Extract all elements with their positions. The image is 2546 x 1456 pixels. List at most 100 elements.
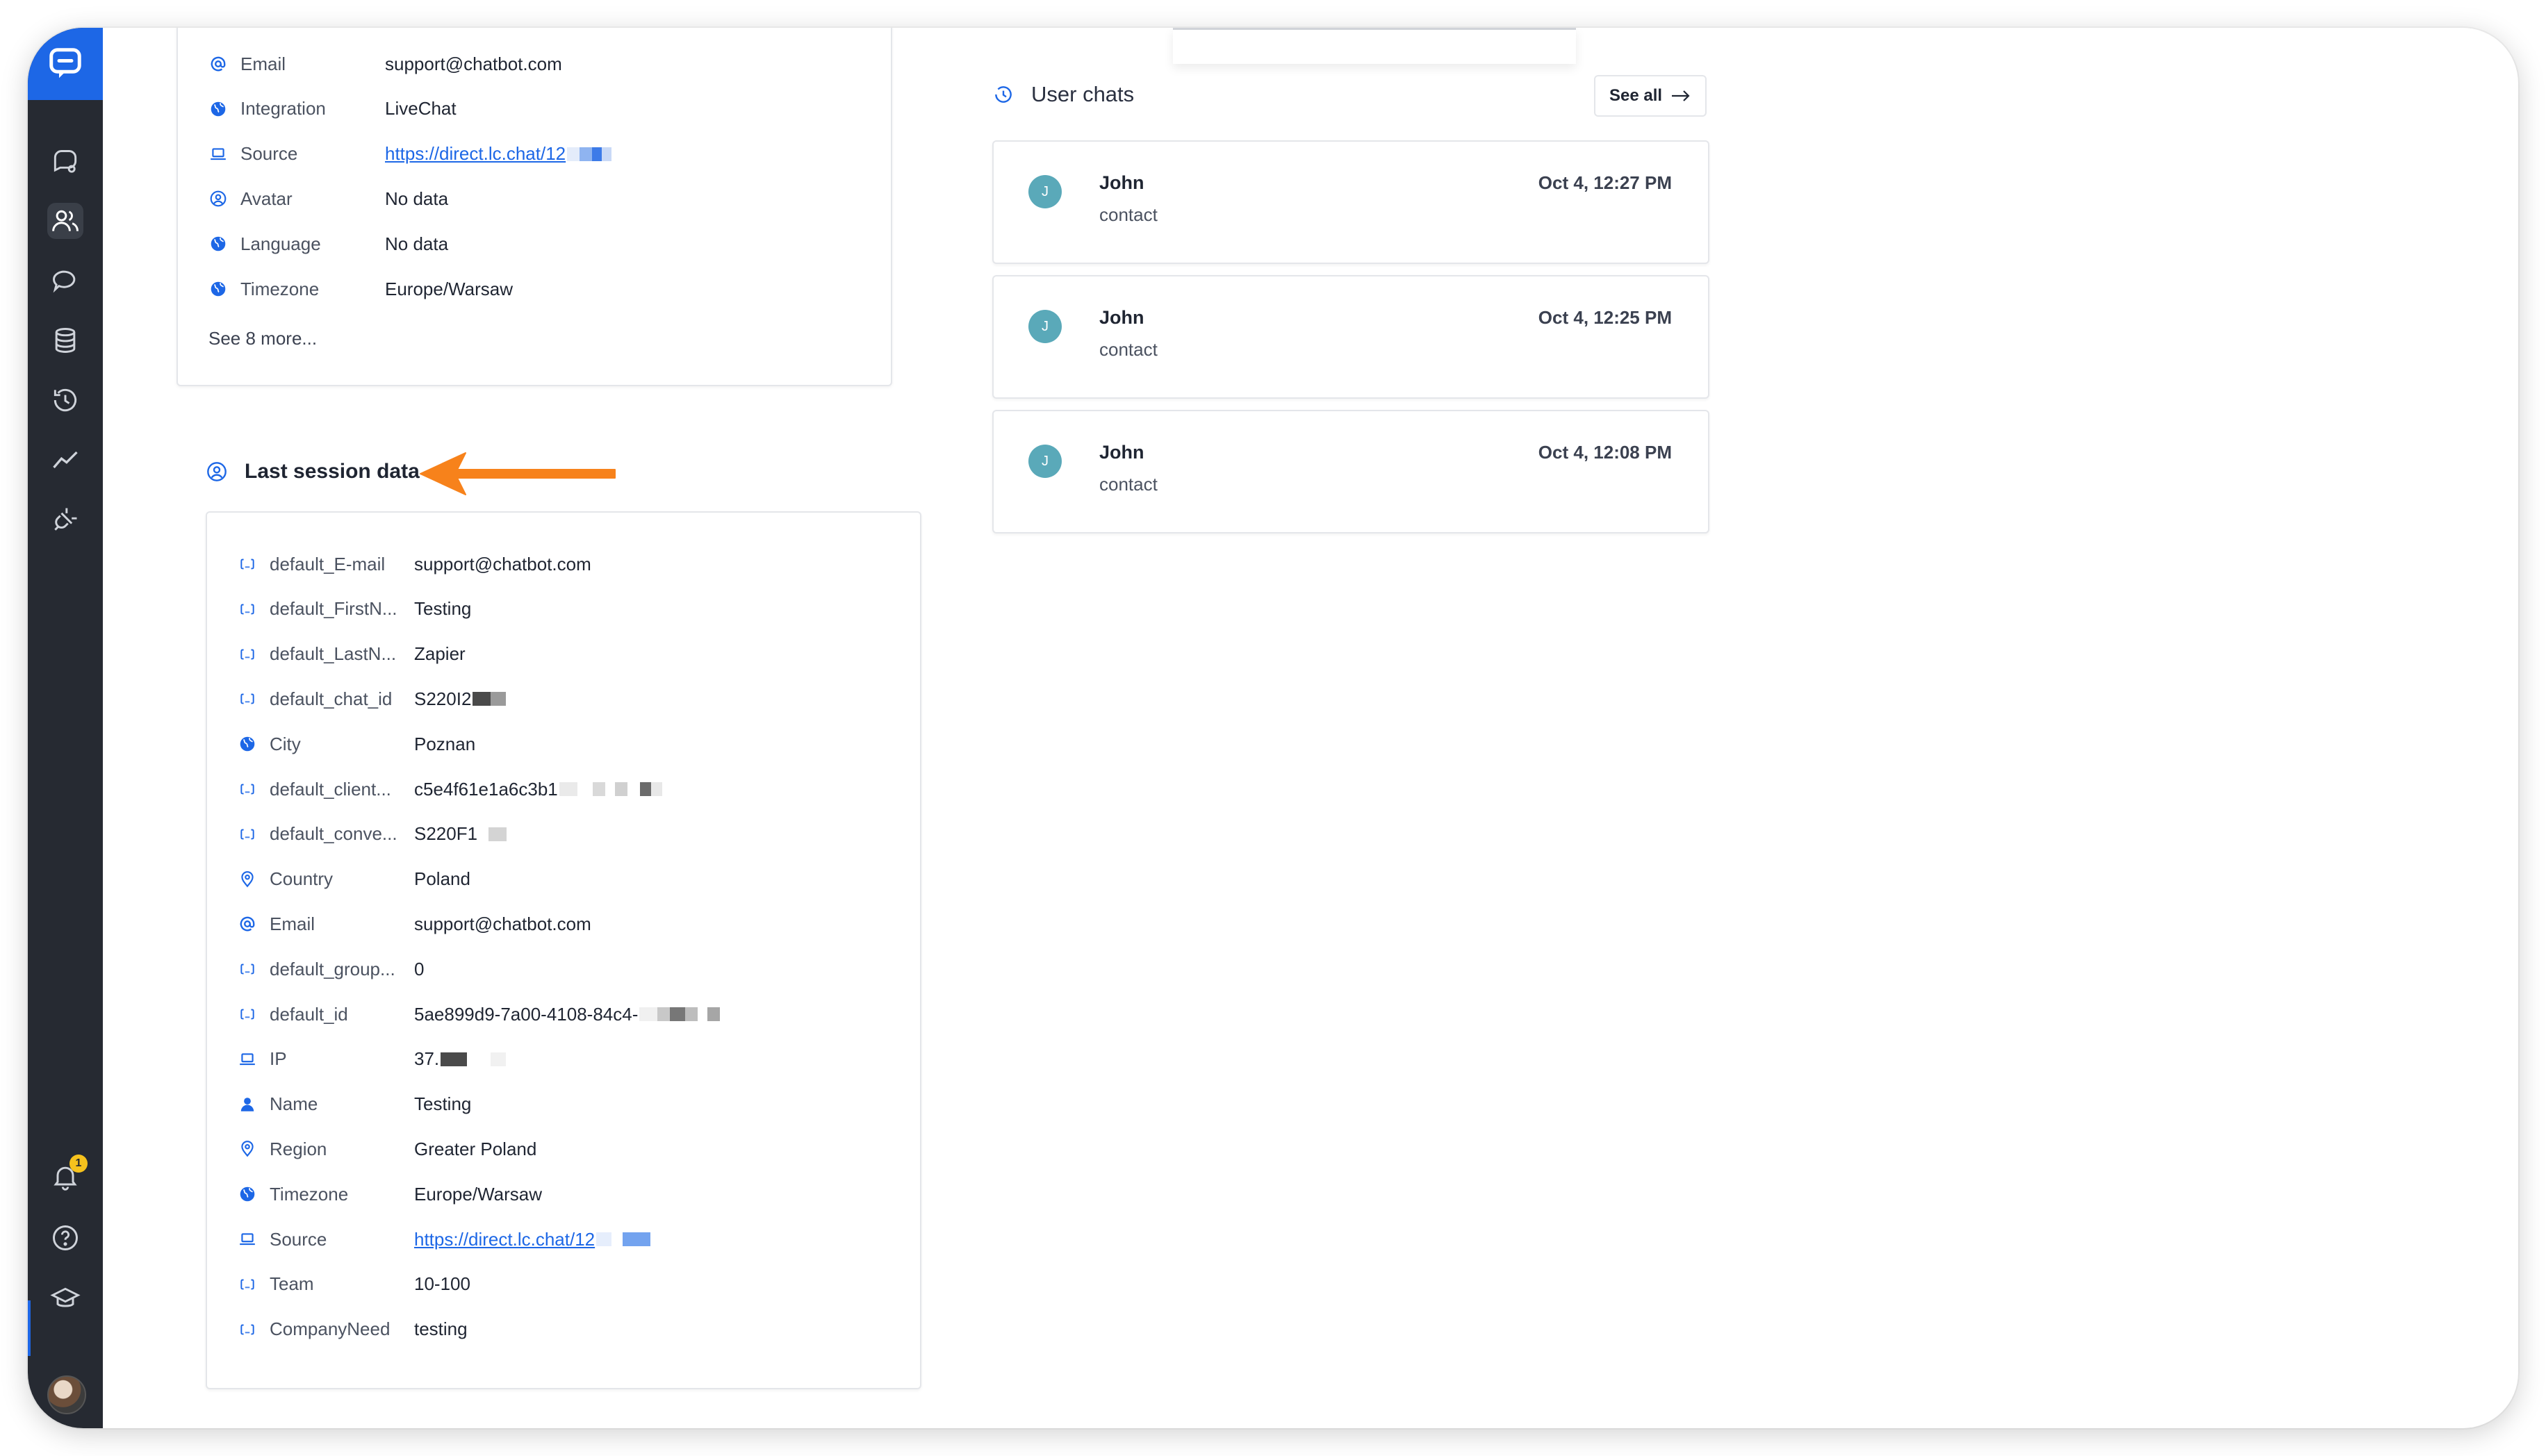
session-row: Region Greater Poland — [238, 1135, 536, 1163]
session-label: default_chat_id — [270, 688, 393, 709]
redacted-pixels — [441, 1052, 507, 1066]
session-value: Poznan — [414, 733, 476, 754]
session-value: 37. — [414, 1048, 440, 1070]
sidebar-active-marker — [28, 1300, 103, 1356]
notification-badge: 1 — [69, 1155, 88, 1173]
session-value: Zapier — [414, 643, 466, 665]
sidebar-item-help[interactable] — [47, 1220, 83, 1256]
session-label: default_LastN... — [270, 643, 397, 665]
user-circle-icon — [207, 462, 227, 481]
session-label: Name — [270, 1093, 318, 1115]
user-chats-header: User chats — [992, 82, 1134, 107]
chat-list-item[interactable]: J John contact Oct 4, 12:25 PM — [992, 275, 1709, 399]
contact-label: Timezone — [240, 278, 320, 299]
chat-avatar: J — [1028, 175, 1062, 208]
variable-icon — [238, 959, 257, 979]
sidebar-item-conversations[interactable] — [47, 263, 83, 299]
globe-icon — [208, 234, 228, 254]
session-label: Region — [270, 1138, 327, 1159]
see-all-label: See all — [1609, 86, 1663, 105]
contact-label: Avatar — [240, 188, 293, 209]
session-row: default_group... 0 — [238, 955, 424, 983]
redacted-pixels — [639, 1007, 721, 1021]
session-label: CompanyNeed — [270, 1318, 391, 1340]
redacted-pixels — [596, 1232, 651, 1246]
sidebar-item-data[interactable] — [47, 322, 83, 358]
session-value: 0 — [414, 958, 425, 979]
globe-icon — [208, 279, 228, 299]
contact-details-card: Email support@chatbot.com Integration LiveC… — [176, 28, 892, 386]
session-label: default_group... — [270, 958, 395, 979]
sidebar-item-history[interactable] — [47, 382, 83, 418]
sidebar-item-analytics[interactable] — [47, 442, 83, 478]
laptop-icon — [238, 1050, 257, 1069]
last-session-title: Last session data — [245, 460, 420, 483]
chatbot-logo[interactable] — [28, 28, 103, 100]
session-row: Country Poland — [238, 866, 470, 893]
session-value: Testing — [414, 1093, 472, 1115]
session-value: S220F1 — [414, 823, 478, 845]
session-row: Team 10-100 — [238, 1271, 470, 1298]
session-row: IP 37. — [238, 1045, 507, 1073]
last-session-card: default_E-mail support@chatbot.com default… — [206, 511, 921, 1389]
contact-row: Avatar No data — [208, 185, 448, 213]
session-value: 5ae899d9-7a00-4108-84c4- — [414, 1003, 639, 1025]
session-row: default_client... c5e4f61e1a6c3b1 — [238, 775, 662, 803]
session-row: default_id 5ae899d9-7a00-4108-84c4- — [238, 1000, 721, 1028]
redacted-pixels — [479, 827, 507, 841]
clock-icon — [995, 86, 1012, 103]
user-chats-list: J John contact Oct 4, 12:27 PM J John contact O… — [992, 140, 1709, 557]
plug-icon — [54, 508, 77, 531]
session-row: Timezone Europe/Warsaw — [238, 1180, 542, 1208]
session-value: 10-100 — [414, 1273, 470, 1295]
session-row: default_LastN... Zapier — [238, 640, 466, 668]
chat-avatar: J — [1028, 445, 1062, 478]
chat-time: Oct 4, 12:25 PM — [1538, 307, 1672, 328]
sidebar-item-integrations[interactable] — [47, 502, 83, 538]
session-row: default_FirstN... Testing — [238, 595, 471, 623]
session-value: c5e4f61e1a6c3b1 — [414, 778, 558, 800]
see-all-button[interactable]: See all — [1594, 75, 1707, 117]
sidebar-item-notifications[interactable]: 1 — [47, 1155, 88, 1195]
variable-icon — [238, 1320, 257, 1339]
session-row: Name Testing — [238, 1091, 471, 1118]
sidebar-item-users[interactable] — [47, 203, 83, 239]
contact-row: Email support@chatbot.com — [208, 50, 562, 78]
chat-time: Oct 4, 12:27 PM — [1538, 172, 1672, 193]
laptop-icon — [238, 1230, 257, 1249]
see-more-link[interactable]: See 8 more... — [208, 328, 317, 349]
session-value: Europe/Warsaw — [414, 1183, 542, 1205]
contact-label: Language — [240, 233, 321, 254]
variable-icon — [238, 689, 257, 709]
contact-label: Email — [240, 53, 286, 74]
session-label: default_E-mail — [270, 553, 386, 574]
session-link[interactable]: https://direct.lc.chat/12 — [414, 1229, 595, 1250]
session-value: Greater Poland — [414, 1138, 537, 1159]
contact-link[interactable]: https://direct.lc.chat/12 — [385, 143, 566, 165]
session-value: support@chatbot.com — [414, 553, 591, 574]
session-value: Poland — [414, 868, 470, 890]
variable-icon — [238, 645, 257, 664]
chat-list-item[interactable]: J John contact Oct 4, 12:27 PM — [992, 140, 1709, 264]
session-label: IP — [270, 1048, 287, 1070]
session-value: S220I2 — [414, 688, 472, 709]
globe-icon — [208, 99, 228, 119]
variable-icon — [238, 779, 257, 799]
chat-type: contact — [1099, 474, 1158, 495]
last-session-header: Last session data — [206, 460, 420, 483]
user-chats-title: User chats — [1031, 82, 1135, 106]
session-label: Timezone — [270, 1183, 349, 1205]
variable-icon — [238, 599, 257, 619]
session-value: Testing — [414, 598, 472, 620]
chat-name: John — [1099, 442, 1144, 463]
chat-type: contact — [1099, 339, 1158, 360]
sidebar-item-chats[interactable] — [47, 144, 83, 181]
chat-list-item[interactable]: J John contact Oct 4, 12:08 PM — [992, 410, 1709, 533]
session-label: default_FirstN... — [270, 598, 397, 620]
at-icon — [238, 914, 257, 934]
session-label: Team — [270, 1273, 314, 1295]
analytics-icon — [53, 451, 78, 469]
session-label: Country — [270, 868, 334, 890]
avatar[interactable] — [47, 1375, 86, 1414]
variable-icon — [238, 1275, 257, 1294]
